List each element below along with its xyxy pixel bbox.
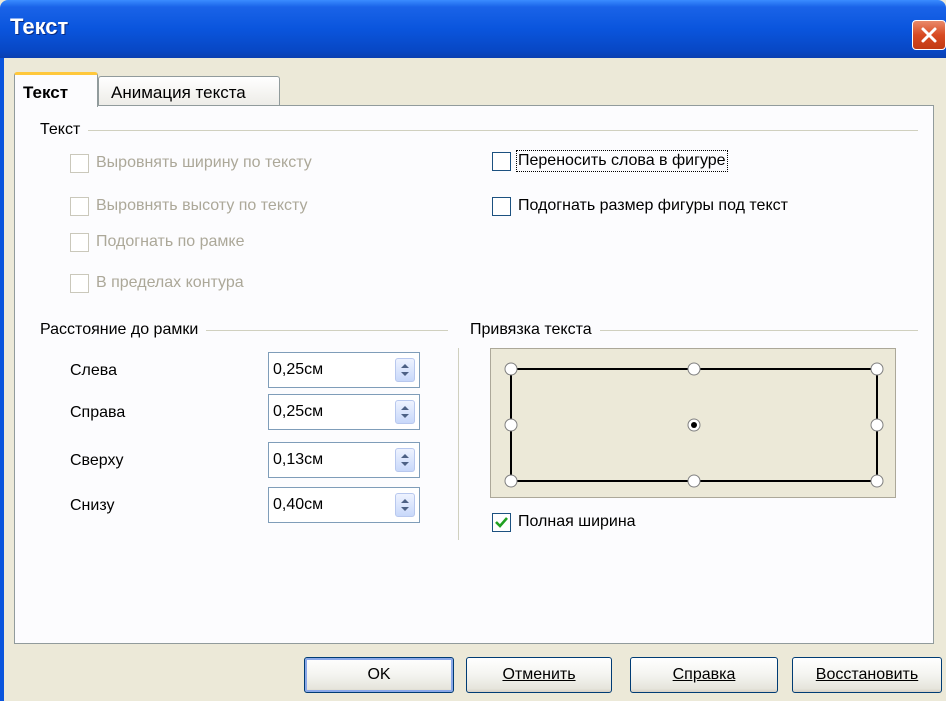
bottom-spacing-stepper[interactable] (395, 493, 415, 517)
left-spacing-value: 0,25см (273, 361, 324, 378)
cancel-button-label: Отменить (502, 666, 576, 683)
contour-label: В пределах контура (96, 274, 244, 291)
fit-height-label: Выровнять высоту по тексту (96, 197, 308, 214)
close-button[interactable] (912, 20, 946, 50)
top-spacing-field[interactable]: 0,13см (268, 442, 420, 478)
text-anchor-control[interactable] (490, 348, 896, 498)
bottom-spacing-value: 0,40см (273, 496, 324, 513)
top-spacing-value: 0,13см (273, 451, 324, 468)
right-spacing-stepper[interactable] (395, 400, 415, 424)
text-section-separator (40, 130, 918, 131)
anchor-bottom-left[interactable] (504, 474, 518, 488)
contour-checkbox[interactable] (70, 274, 89, 293)
top-spacing-label: Сверху (70, 452, 124, 469)
reset-button-label: Восстановить (815, 666, 919, 683)
anchor-grid (504, 362, 884, 488)
bottom-spacing-label: Снизу (70, 497, 115, 514)
anchor-top-left[interactable] (504, 362, 518, 376)
ok-button-label: OK (367, 666, 391, 683)
anchor-bottom-center[interactable] (687, 474, 701, 488)
spin-arrows-icon (401, 499, 409, 511)
top-spacing-stepper[interactable] (395, 448, 415, 472)
left-spacing-stepper[interactable] (395, 358, 415, 382)
anchor-bottom-right[interactable] (870, 474, 884, 488)
anchor-middle-left[interactable] (504, 418, 518, 432)
checkmark-icon (495, 517, 508, 528)
close-icon (921, 27, 937, 43)
full-width-label: Полная ширина (518, 513, 636, 530)
spin-arrows-icon (401, 406, 409, 418)
section-divider (458, 348, 459, 540)
right-spacing-field[interactable]: 0,25см (268, 394, 420, 430)
bottom-spacing-field[interactable]: 0,40см (268, 487, 420, 523)
spacing-section-label: Расстояние до рамки (40, 321, 207, 339)
anchor-middle-right[interactable] (870, 418, 884, 432)
word-wrap-label: Переносить слова в фигуре (516, 150, 728, 172)
left-spacing-label: Слева (70, 362, 118, 379)
right-spacing-value: 0,25см (273, 403, 324, 420)
text-section-label: Текст (40, 121, 89, 139)
help-button[interactable]: Справка (630, 657, 778, 693)
title-bar[interactable]: Текст (0, 0, 946, 58)
reset-button[interactable]: Восстановить (792, 657, 942, 693)
tab-text-animation[interactable]: Анимация текста (98, 76, 280, 107)
cancel-button[interactable]: Отменить (466, 657, 612, 693)
left-spacing-field[interactable]: 0,25см (268, 352, 420, 388)
anchor-selected-dot (691, 422, 697, 428)
tab-text[interactable]: Текст (14, 72, 98, 107)
fit-width-label: Выровнять ширину по тексту (96, 154, 312, 171)
fit-frame-checkbox[interactable] (70, 233, 89, 252)
word-wrap-checkbox[interactable] (492, 152, 511, 171)
fit-frame-label: Подогнать по рамке (96, 233, 245, 250)
right-spacing-label: Справа (70, 404, 126, 421)
full-width-checkbox[interactable] (492, 513, 511, 532)
spin-arrows-icon (401, 454, 409, 466)
anchor-section-label: Привязка текста (470, 321, 600, 339)
window-title: Текст (10, 14, 69, 39)
autogrow-shape-label: Подогнать размер фигуры под текст (518, 197, 788, 214)
anchor-top-center[interactable] (687, 362, 701, 376)
fit-width-checkbox[interactable] (70, 154, 89, 173)
tab-text-label: Текст (23, 83, 69, 102)
ok-button[interactable]: OK (304, 657, 454, 693)
tab-text-animation-label: Анимация текста (111, 83, 246, 102)
window-frame-left (0, 58, 4, 701)
autogrow-shape-checkbox[interactable] (492, 197, 511, 216)
anchor-top-right[interactable] (870, 362, 884, 376)
help-button-label: Справка (672, 666, 736, 683)
spin-arrows-icon (401, 364, 409, 376)
fit-height-checkbox[interactable] (70, 197, 89, 216)
